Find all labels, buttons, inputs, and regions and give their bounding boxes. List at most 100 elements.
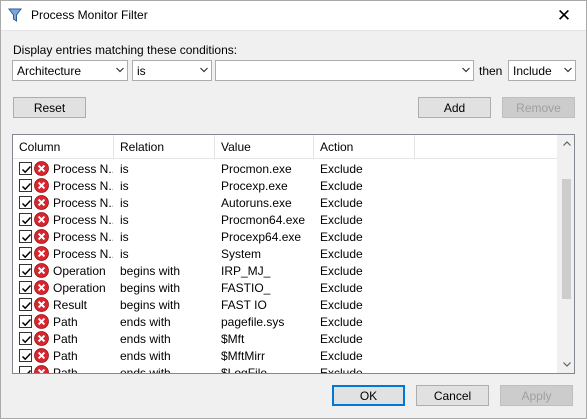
exclude-x-icon (34, 229, 49, 244)
row-checkbox[interactable] (19, 196, 32, 209)
action-select[interactable]: Include (508, 60, 576, 81)
row-value: Procmon64.exe (221, 213, 306, 227)
ok-button[interactable]: OK (332, 385, 405, 406)
row-checkbox[interactable] (19, 213, 32, 226)
reset-button[interactable]: Reset (13, 97, 86, 118)
checkmark-icon (21, 233, 32, 242)
row-checkbox[interactable] (19, 264, 32, 277)
column-select[interactable]: Architecture (12, 60, 128, 81)
table-row[interactable]: Operation begins with FASTIO_ Exclude (13, 279, 559, 296)
row-column: Process N... (53, 179, 113, 193)
row-checkbox[interactable] (19, 179, 32, 192)
row-relation: begins with (120, 298, 181, 312)
row-value: Autoruns.exe (221, 196, 292, 210)
header-relation[interactable]: Relation (114, 135, 215, 159)
chevron-down-icon (116, 67, 124, 73)
checkmark-icon (21, 352, 32, 361)
relation-select[interactable]: is (132, 60, 212, 81)
checkmark-icon (21, 335, 32, 344)
chevron-down-icon (200, 67, 208, 73)
exclude-x-icon (34, 280, 49, 295)
row-checkbox[interactable] (19, 247, 32, 260)
window-title: Process Monitor Filter (31, 8, 148, 22)
row-relation: ends with (120, 366, 171, 374)
scroll-thumb[interactable] (562, 179, 571, 299)
row-column: Path (53, 349, 78, 363)
filter-list[interactable]: Column Relation Value Action Process N..… (12, 134, 575, 374)
row-action: Exclude (320, 196, 363, 210)
table-row[interactable]: Process N... is Procexp64.exe Exclude (13, 228, 559, 245)
table-row[interactable]: Path ends with $LogFile Exclude (13, 364, 559, 374)
conditions-label: Display entries matching these condition… (13, 43, 238, 57)
row-relation: is (120, 196, 129, 210)
vertical-scrollbar[interactable] (557, 135, 574, 373)
row-action: Exclude (320, 332, 363, 346)
row-column: Process N... (53, 247, 113, 261)
row-value: $LogFile (221, 366, 268, 374)
checkmark-icon (21, 216, 32, 225)
row-checkbox[interactable] (19, 281, 32, 294)
table-row[interactable]: Operation begins with IRP_MJ_ Exclude (13, 262, 559, 279)
value-input[interactable] (215, 60, 474, 81)
scroll-down-button[interactable] (558, 356, 574, 373)
row-checkbox[interactable] (19, 230, 32, 243)
row-column: Operation (53, 281, 106, 295)
checkmark-icon (21, 284, 32, 293)
table-row[interactable]: Result begins with FAST IO Exclude (13, 296, 559, 313)
relation-select-value: is (137, 64, 146, 78)
scroll-up-button[interactable] (558, 135, 574, 152)
row-column: Process N... (53, 196, 113, 210)
list-header: Column Relation Value Action (13, 135, 559, 159)
table-row[interactable]: Path ends with pagefile.sys Exclude (13, 313, 559, 330)
row-column: Path (53, 332, 78, 346)
row-relation: begins with (120, 281, 181, 295)
table-row[interactable]: Process N... is Procexp.exe Exclude (13, 177, 559, 194)
exclude-x-icon (34, 365, 49, 373)
row-value: Procexp64.exe (221, 230, 302, 244)
table-row[interactable]: Path ends with $Mft Exclude (13, 330, 559, 347)
table-row[interactable]: Process N... is Procmon.exe Exclude (13, 160, 559, 177)
apply-button[interactable]: Apply (500, 385, 573, 406)
remove-button[interactable]: Remove (502, 97, 575, 118)
exclude-x-icon (34, 314, 49, 329)
header-value[interactable]: Value (215, 135, 314, 159)
row-value: $MftMirr (221, 349, 265, 363)
row-column: Process N... (53, 162, 113, 176)
row-relation: ends with (120, 349, 171, 363)
checkmark-icon (23, 369, 32, 373)
row-checkbox[interactable] (19, 298, 32, 311)
row-checkbox[interactable] (19, 162, 32, 175)
row-checkbox[interactable] (19, 366, 32, 373)
checkmark-icon (21, 301, 32, 310)
cancel-button[interactable]: Cancel (416, 385, 489, 406)
row-value: Procmon.exe (221, 162, 292, 176)
row-relation: is (120, 213, 129, 227)
checkmark-icon (21, 250, 32, 259)
checkmark-icon (21, 182, 32, 191)
row-action: Exclude (320, 349, 363, 363)
row-action: Exclude (320, 213, 363, 227)
table-row[interactable]: Process N... is Procmon64.exe Exclude (13, 211, 559, 228)
title-bar[interactable]: Process Monitor Filter ✕ (0, 0, 587, 31)
close-icon: ✕ (556, 5, 572, 25)
checkmark-icon (21, 165, 32, 174)
row-column: Path (53, 315, 78, 329)
row-value: Procexp.exe (221, 179, 288, 193)
close-button[interactable]: ✕ (541, 0, 587, 31)
exclude-x-icon (34, 212, 49, 227)
header-column[interactable]: Column (13, 135, 114, 159)
table-row[interactable]: Path ends with $MftMirr Exclude (13, 347, 559, 364)
row-relation: begins with (120, 264, 181, 278)
row-column: Result (53, 298, 88, 312)
row-action: Exclude (320, 247, 363, 261)
row-checkbox[interactable] (19, 315, 32, 328)
row-checkbox[interactable] (19, 349, 32, 362)
row-action: Exclude (320, 179, 363, 193)
row-checkbox[interactable] (19, 332, 32, 345)
header-action[interactable]: Action (314, 135, 415, 159)
exclude-x-icon (34, 331, 49, 346)
table-row[interactable]: Process N... is Autoruns.exe Exclude (13, 194, 559, 211)
add-button[interactable]: Add (418, 97, 491, 118)
row-value: FASTIO_ (221, 281, 271, 295)
table-row[interactable]: Process N... is System Exclude (13, 245, 559, 262)
